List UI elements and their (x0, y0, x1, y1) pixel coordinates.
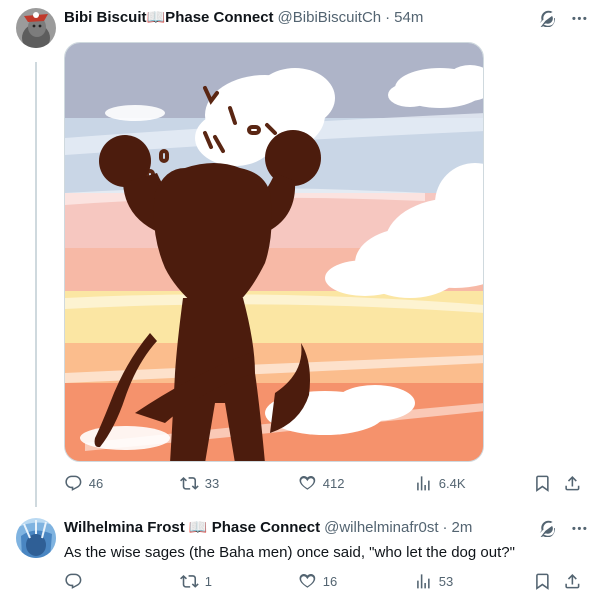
reply-button[interactable] (64, 572, 89, 591)
tweet-text: As the wise sages (the Baha men) once sa… (64, 544, 515, 561)
repost-icon (180, 575, 199, 588)
user-handle[interactable]: @BibiBiscuitCh (278, 8, 382, 28)
display-name[interactable]: Bibi Biscuit📖Phase Connect (64, 8, 274, 28)
repost-button[interactable]: 33 (180, 474, 219, 493)
more-icon[interactable] (569, 518, 589, 538)
like-icon (299, 573, 316, 588)
tweet-media-image[interactable] (64, 42, 484, 462)
display-name[interactable]: Wilhelmina Frost 📖 Phase Connect (64, 518, 320, 538)
tweet-top-actions (537, 8, 589, 28)
tweet-top-actions (537, 518, 589, 538)
like-count: 412 (322, 475, 345, 491)
repost-count: 33 (204, 475, 220, 491)
bookmark-button[interactable] (533, 474, 552, 493)
reply-button[interactable]: 46 (64, 474, 103, 493)
bookmark-icon (536, 475, 549, 492)
views-button[interactable]: 53 (414, 572, 453, 591)
share-icon (565, 574, 580, 589)
reply-icon (65, 573, 82, 589)
like-button[interactable]: 16 (298, 572, 337, 591)
repost-count: 1 (204, 573, 212, 589)
repost-icon (180, 477, 199, 490)
like-icon (299, 475, 316, 490)
more-icon[interactable] (569, 8, 589, 28)
repost-button[interactable]: 1 (180, 572, 212, 591)
share-icon (565, 476, 580, 491)
bookmark-button[interactable] (533, 572, 552, 591)
views-icon (417, 476, 430, 491)
views-button[interactable]: 6.4K (414, 474, 466, 493)
reply-count: 46 (88, 475, 104, 491)
separator: · (385, 9, 391, 26)
bookmark-icon (536, 573, 549, 590)
avatar[interactable] (16, 8, 56, 48)
thread-connector-line (35, 62, 37, 507)
grok-icon[interactable] (537, 8, 557, 28)
share-button[interactable] (563, 572, 582, 591)
tweet-header: Bibi Biscuit📖Phase Connect @BibiBiscuitC… (64, 8, 423, 28)
views-count: 53 (438, 573, 454, 589)
reply-icon (65, 475, 82, 491)
avatar[interactable] (16, 518, 56, 558)
share-button[interactable] (563, 474, 582, 493)
user-handle[interactable]: @wilhelminafr0st (324, 518, 438, 538)
views-count: 6.4K (438, 475, 466, 491)
views-icon (417, 574, 430, 589)
like-button[interactable]: 412 (298, 474, 344, 493)
grok-icon[interactable] (537, 518, 557, 538)
like-count: 16 (322, 573, 338, 589)
timestamp[interactable]: 2m (452, 518, 473, 538)
timestamp[interactable]: 54m (394, 8, 423, 28)
separator: · (442, 519, 448, 536)
tweet-header: Wilhelmina Frost 📖 Phase Connect @wilhel… (64, 518, 472, 538)
